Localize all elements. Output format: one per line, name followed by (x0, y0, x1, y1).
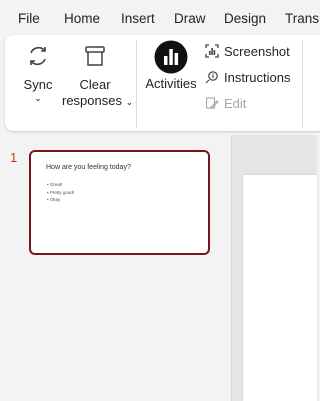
screenshot-icon (205, 44, 219, 58)
menu-file[interactable]: File (18, 11, 40, 26)
menu-draw[interactable]: Draw (174, 11, 206, 26)
clear-chevron-down-icon[interactable]: ⌄ (126, 97, 134, 107)
ribbon-separator (136, 40, 137, 128)
instructions-label: Instructions (224, 69, 291, 85)
slide-canvas[interactable] (243, 175, 317, 401)
ribbon-separator-2 (302, 40, 303, 128)
menu-design[interactable]: Design (224, 11, 266, 26)
edit-icon (205, 97, 219, 109)
sync-label: Sync (23, 77, 53, 92)
clear-responses-button[interactable]: Clear responses ⌄ (62, 42, 133, 110)
screenshot-label: Screenshot (224, 43, 290, 59)
instructions-button[interactable]: Instructions (205, 68, 290, 86)
activities-button[interactable]: Activities (145, 40, 197, 92)
slide-thumbnail[interactable]: How are you feeling today? Great! Pretty… (29, 150, 210, 255)
clear-label-line2: responses (62, 93, 122, 108)
slide-number: 1 (10, 150, 18, 165)
menu-insert[interactable]: Insert (121, 11, 155, 26)
thumbnail-bullet: Great! (47, 181, 74, 189)
edit-label: Edit (224, 95, 247, 111)
thumbnail-bullet: Pretty good! (47, 189, 74, 197)
clear-label-line1: Clear (79, 77, 111, 92)
activities-label: Activities (145, 76, 197, 91)
sync-icon (30, 46, 46, 66)
menu-transitions[interactable]: Trans (285, 11, 319, 26)
thumbnail-bullet: Okay (47, 196, 74, 204)
instructions-icon (205, 71, 218, 84)
sync-button[interactable]: Sync ⌄ (18, 42, 58, 103)
thumbnail-title: How are you feeling today? (46, 164, 131, 171)
menu-bar: File Home Insert Draw Design Trans (0, 0, 319, 36)
screenshot-button[interactable]: Screenshot (205, 42, 290, 60)
trash-icon (85, 46, 105, 66)
thumbnail-bullet-list: Great! Pretty good! Okay (47, 181, 74, 204)
edit-button[interactable]: Edit (205, 94, 246, 112)
activities-icon (154, 40, 188, 74)
menu-home[interactable]: Home (64, 11, 100, 26)
sync-chevron-down-icon[interactable]: ⌄ (18, 93, 58, 103)
